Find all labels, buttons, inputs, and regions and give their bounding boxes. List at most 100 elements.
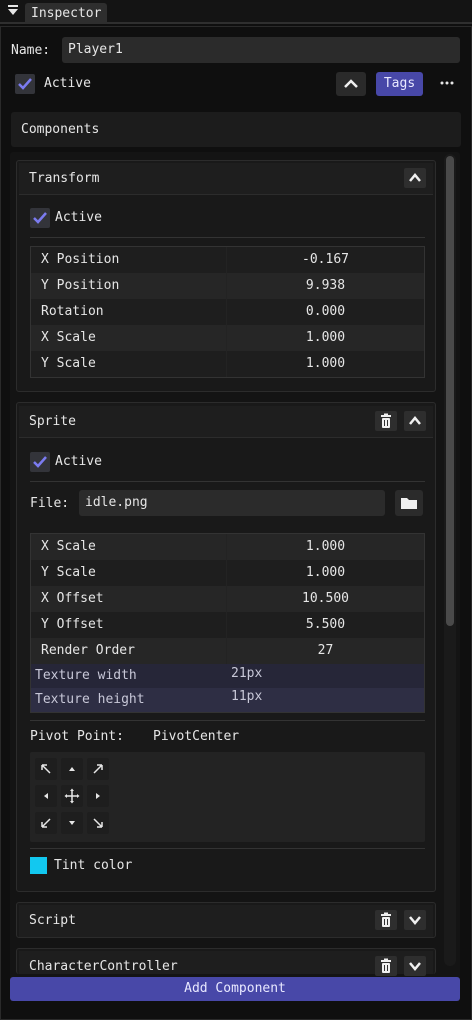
info-label: Texture height [35,692,145,707]
triangle-right-icon [96,793,100,799]
property-label: Y Scale [41,565,96,580]
script-expand-button[interactable] [404,910,426,930]
table-row[interactable]: X Scale 1.000 [31,534,424,560]
pivot-top-left-button[interactable] [35,758,57,780]
ellipsis-icon [440,81,454,85]
entity-active-label: Active [44,76,91,91]
property-value[interactable]: 1.000 [227,356,424,371]
arrow-down-right-icon [93,818,103,828]
move-icon [64,788,80,804]
transform-collapse-button[interactable] [404,168,426,188]
triangle-up-icon [69,767,75,771]
property-value[interactable]: 10.500 [227,591,424,606]
checkmark-icon [33,212,47,224]
property-value[interactable]: 1.000 [227,565,424,580]
pivot-bottom-button[interactable] [61,812,83,834]
table-row[interactable]: Y Scale 1.000 [31,560,424,586]
pivot-top-right-button[interactable] [87,758,109,780]
character-controller-expand-button[interactable] [404,956,426,976]
transform-active-label: Active [55,210,102,225]
divider [30,848,425,849]
property-label: Rotation [41,304,104,319]
pivot-center-button[interactable] [61,785,83,807]
collapse-arrow-icon[interactable] [7,5,19,17]
table-row[interactable]: X Scale 1.000 [31,325,424,351]
tab-inspector[interactable]: Inspector [25,3,108,24]
script-title: Script [29,913,76,928]
inspector-window: Inspector Name: Player1 Active Tags Comp… [0,0,472,1020]
collapse-entity-button[interactable] [336,72,366,96]
entity-active-checkbox[interactable] [15,74,35,94]
name-input[interactable]: Player1 [62,37,460,63]
pivot-top-button[interactable] [61,758,83,780]
components-header: Components [11,112,461,147]
table-row[interactable]: Y Scale 1.000 [31,351,424,377]
property-value[interactable]: 9.938 [227,278,424,293]
tint-label: Tint color [54,858,133,873]
sprite-header[interactable]: Sprite [19,406,433,438]
pivot-selector [30,752,425,842]
add-component-button[interactable]: Add Component [10,977,460,1001]
sprite-collapse-button[interactable] [404,411,426,431]
transform-properties-table: X Position -0.167 Y Position 9.938 Rotat… [30,246,425,378]
character-controller-title: CharacterController [29,959,178,974]
property-label: X Scale [41,330,96,345]
chevron-down-icon [409,962,421,971]
chevron-up-icon [409,173,421,182]
property-value[interactable]: -0.167 [227,252,424,267]
table-row[interactable]: Y Position 9.938 [31,273,424,299]
transform-active-checkbox[interactable] [30,208,50,228]
scrollbar-thumb[interactable] [446,156,454,626]
arrow-up-right-icon [93,764,103,774]
divider [30,237,425,238]
transform-title: Transform [29,171,100,186]
divider [30,720,425,721]
table-row[interactable]: Y Offset 5.500 [31,612,424,638]
triangle-left-icon [44,793,48,799]
property-value[interactable]: 0.000 [227,304,424,319]
property-value[interactable]: 1.000 [227,539,424,554]
sprite-active-label: Active [55,454,102,469]
table-row[interactable]: X Offset 10.500 [31,586,424,612]
arrow-up-left-icon [41,764,51,774]
property-label: Y Offset [41,617,104,632]
browse-file-button[interactable] [395,490,423,516]
tint-color-swatch[interactable] [30,857,47,874]
pivot-left-button[interactable] [35,785,57,807]
property-value[interactable]: 27 [227,643,424,658]
trash-icon [381,912,391,927]
chevron-down-icon [409,916,421,925]
title-bar: Inspector [0,0,472,24]
pivot-bottom-right-button[interactable] [87,812,109,834]
trash-icon [381,958,391,973]
script-header[interactable]: Script [19,905,433,937]
pivot-value: PivotCenter [153,729,240,744]
more-options-button[interactable] [437,73,457,93]
property-value[interactable]: 5.500 [227,617,424,632]
info-label: Texture width [35,668,137,683]
chevron-up-icon [409,416,421,425]
divider [30,481,425,482]
sprite-delete-button[interactable] [375,411,397,431]
triangle-down-icon [69,821,75,825]
transform-header[interactable]: Transform [19,163,433,195]
property-value[interactable]: 1.000 [227,330,424,345]
info-value: 21px [231,666,263,681]
info-value: 11px [231,689,263,704]
property-label: X Scale [41,539,96,554]
character-controller-header[interactable]: CharacterController [19,951,433,976]
tags-button[interactable]: Tags [376,72,423,96]
pivot-right-button[interactable] [87,785,109,807]
property-label: Y Position [41,278,120,293]
arrow-down-left-icon [41,818,51,828]
checkmark-icon [33,456,47,468]
table-row[interactable]: Render Order 27 [31,638,424,664]
sprite-active-checkbox[interactable] [30,452,50,472]
checkmark-icon [18,78,32,90]
script-delete-button[interactable] [375,910,397,930]
file-input[interactable]: idle.png [79,490,385,516]
pivot-bottom-left-button[interactable] [35,812,57,834]
table-row[interactable]: Rotation 0.000 [31,299,424,325]
table-row[interactable]: X Position -0.167 [31,247,424,273]
character-controller-delete-button[interactable] [375,956,397,976]
